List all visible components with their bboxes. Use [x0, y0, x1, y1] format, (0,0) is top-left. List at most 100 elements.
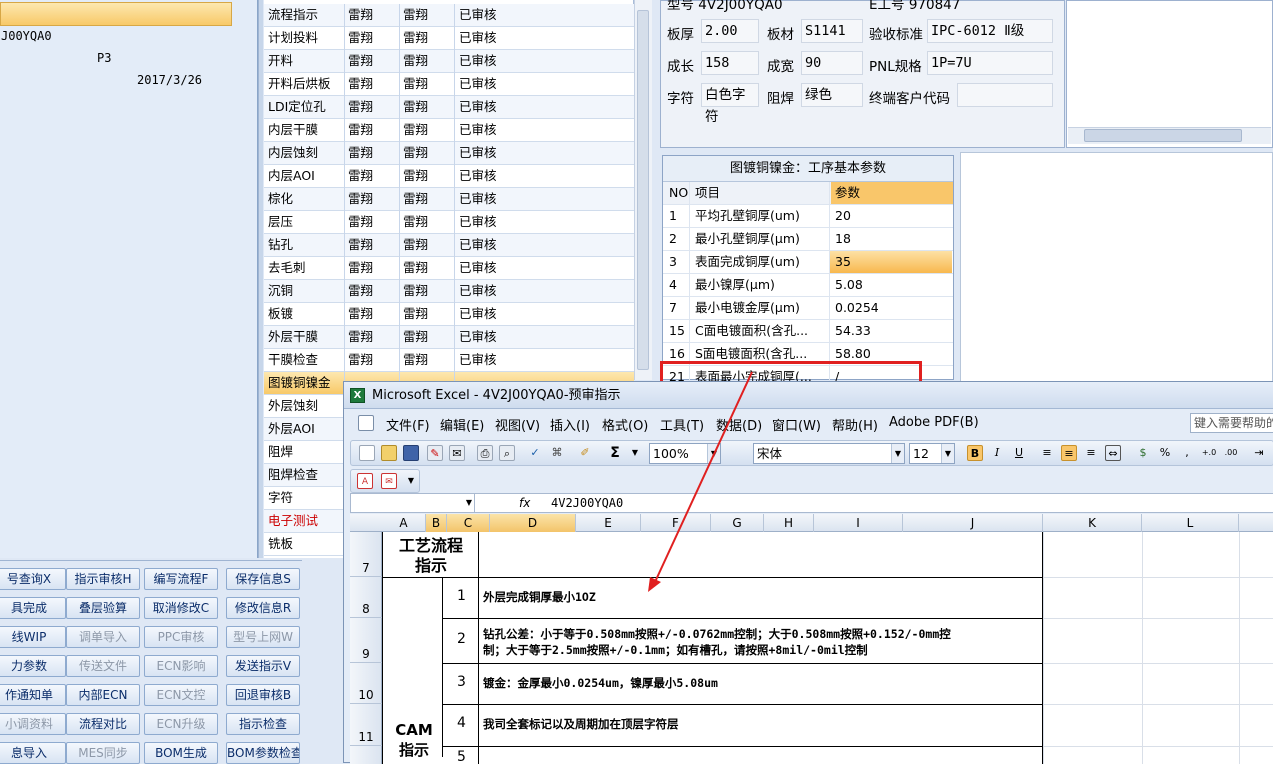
currency-icon[interactable]: $: [1135, 445, 1151, 461]
action-button[interactable]: MES同步: [66, 742, 140, 764]
process-row[interactable]: 外层干膜 雷翔 雷翔 已审核: [264, 326, 634, 349]
email-icon[interactable]: ✉: [449, 445, 465, 461]
process-row[interactable]: 棕化 雷翔 雷翔 已审核: [264, 188, 634, 211]
column-header[interactable]: D: [490, 514, 576, 532]
enduser-field[interactable]: [957, 83, 1053, 107]
process-list-scroll-thumb[interactable]: [637, 10, 649, 370]
menu-item[interactable]: 帮助(H): [832, 415, 878, 434]
action-button[interactable]: 发送指示V: [226, 655, 300, 677]
bold-icon[interactable]: B: [967, 445, 983, 461]
material-field[interactable]: S1141: [801, 19, 863, 43]
action-button[interactable]: 作通知单: [0, 684, 66, 706]
spreadsheet-grid[interactable]: ABCDEFGHIJKL 7 8 9 10 11 工艺流程 指示 CAM 指示 1 外层完成铜…: [350, 514, 1273, 764]
process-row[interactable]: 开料后烘板 雷翔 雷翔 已审核: [264, 73, 634, 96]
new-icon[interactable]: [359, 445, 375, 461]
param-row[interactable]: 7 最小电镀金厚(μm) 0.0254: [663, 297, 953, 320]
pdf-convert-icon[interactable]: A: [357, 473, 373, 489]
column-header[interactable]: J: [903, 514, 1043, 532]
open-icon[interactable]: [381, 445, 397, 461]
action-button[interactable]: 力参数: [0, 655, 66, 677]
format-painter-icon[interactable]: ✐: [577, 445, 593, 461]
autosum-icon[interactable]: Σ: [607, 445, 623, 461]
action-button[interactable]: 指示审核H: [66, 568, 140, 590]
align-center-icon[interactable]: ≡: [1061, 445, 1077, 461]
action-button[interactable]: 叠层验算: [66, 597, 140, 619]
column-header[interactable]: I: [814, 514, 903, 532]
column-header[interactable]: K: [1043, 514, 1142, 532]
action-button[interactable]: 指示检查: [226, 713, 300, 735]
name-box[interactable]: ▼: [351, 494, 475, 512]
menu-item[interactable]: Adobe PDF(B): [889, 415, 979, 430]
action-button[interactable]: PPC审核: [144, 626, 218, 648]
process-row[interactable]: 内层AOI 雷翔 雷翔 已审核: [264, 165, 634, 188]
align-right-icon[interactable]: ≡: [1083, 445, 1099, 461]
autosum-dropdown-icon[interactable]: ▼: [627, 445, 643, 461]
thickness-field[interactable]: 2.00: [701, 19, 759, 43]
formula-input[interactable]: 4V2J00YQA0: [551, 494, 623, 512]
menu-item[interactable]: 数据(D): [716, 415, 762, 434]
column-header[interactable]: B: [426, 514, 447, 532]
menu-item[interactable]: 文件(F): [386, 415, 430, 434]
increase-decimal-icon[interactable]: +.0: [1201, 445, 1217, 461]
name-box-dropdown-icon[interactable]: ▼: [466, 494, 472, 512]
pdf-mail-icon[interactable]: ✉: [381, 473, 397, 489]
column-header[interactable]: G: [711, 514, 764, 532]
param-row[interactable]: 4 最小镍厚(μm) 5.08: [663, 274, 953, 297]
column-header[interactable]: H: [764, 514, 814, 532]
row-header[interactable]: 7: [350, 532, 382, 577]
process-row[interactable]: 流程指示 雷翔 雷翔 已审核: [264, 4, 634, 27]
indent-icon[interactable]: ⇥: [1251, 445, 1267, 461]
row-header[interactable]: 9: [350, 618, 382, 663]
param-row[interactable]: 2 最小孔壁铜厚(μm) 18: [663, 228, 953, 251]
action-button[interactable]: 修改信息R: [226, 597, 300, 619]
action-button[interactable]: 取消修改C: [144, 597, 218, 619]
action-button[interactable]: ECN影响: [144, 655, 218, 677]
action-button[interactable]: 流程对比: [66, 713, 140, 735]
menu-item[interactable]: 编辑(E): [440, 415, 484, 434]
action-button[interactable]: 线WIP: [0, 626, 66, 648]
panel-splitter[interactable]: [258, 0, 263, 558]
process-row[interactable]: 去毛刺 雷翔 雷翔 已审核: [264, 257, 634, 280]
action-button[interactable]: BOM生成: [144, 742, 218, 764]
italic-icon[interactable]: I: [989, 445, 1005, 461]
param-row[interactable]: 3 表面完成铜厚(um) 35: [663, 251, 953, 274]
column-header[interactable]: F: [641, 514, 711, 532]
print-icon[interactable]: ⎙: [477, 445, 493, 461]
action-button[interactable]: ECN升级: [144, 713, 218, 735]
action-button[interactable]: 内部ECN: [66, 684, 140, 706]
underline-icon[interactable]: U: [1011, 445, 1027, 461]
font-dropdown-icon[interactable]: ▼: [891, 444, 904, 463]
action-button[interactable]: 号查询X: [0, 568, 66, 590]
row-header[interactable]: 11: [350, 704, 382, 746]
research-icon[interactable]: ⌘: [549, 445, 565, 461]
pnl-field[interactable]: 1P=7U: [927, 51, 1053, 75]
fx-icon[interactable]: fx: [519, 494, 530, 512]
process-row[interactable]: 板镀 雷翔 雷翔 已审核: [264, 303, 634, 326]
help-search-input[interactable]: 键入需要帮助的问题: [1190, 413, 1273, 433]
mask-field[interactable]: 绿色: [801, 83, 863, 107]
column-header[interactable]: L: [1142, 514, 1239, 532]
column-header[interactable]: E: [576, 514, 641, 532]
process-row[interactable]: 钻孔 雷翔 雷翔 已审核: [264, 234, 634, 257]
action-button[interactable]: 型号上网W: [226, 626, 300, 648]
action-button[interactable]: 小调资料: [0, 713, 66, 735]
print-preview-icon[interactable]: ⌕: [499, 445, 515, 461]
length-field[interactable]: 158: [701, 51, 759, 75]
standard-field[interactable]: IPC-6012 Ⅱ级: [927, 19, 1053, 43]
permission-icon[interactable]: ✎: [427, 445, 443, 461]
spelling-icon[interactable]: ✓: [527, 445, 543, 461]
process-row[interactable]: 层压 雷翔 雷翔 已审核: [264, 211, 634, 234]
width-field[interactable]: 90: [801, 51, 863, 75]
item-text[interactable]: 我司全套标记以及周期加在顶层字符层: [483, 716, 1041, 732]
font-size-select[interactable]: 12 ▼: [909, 443, 955, 464]
action-button[interactable]: ECN文控: [144, 684, 218, 706]
param-row[interactable]: 15 C面电镀面积(含孔... 54.33: [663, 320, 953, 343]
menu-item[interactable]: 窗口(W): [772, 415, 821, 434]
font-select[interactable]: 宋体 ▼: [753, 443, 905, 464]
excel-titlebar[interactable]: X Microsoft Excel - 4V2J00YQA0-预审指示: [344, 382, 1273, 409]
item-text[interactable]: 外层完成铜厚最小1OZ: [483, 589, 1041, 605]
action-button[interactable]: 调单导入: [66, 626, 140, 648]
item-text[interactable]: 钻孔公差：小于等于0.508mm按照+/-0.0762mm控制；大于0.508m…: [483, 626, 1041, 658]
zoom-dropdown-icon[interactable]: ▼: [707, 444, 720, 463]
process-row[interactable]: 内层蚀刻 雷翔 雷翔 已审核: [264, 142, 634, 165]
